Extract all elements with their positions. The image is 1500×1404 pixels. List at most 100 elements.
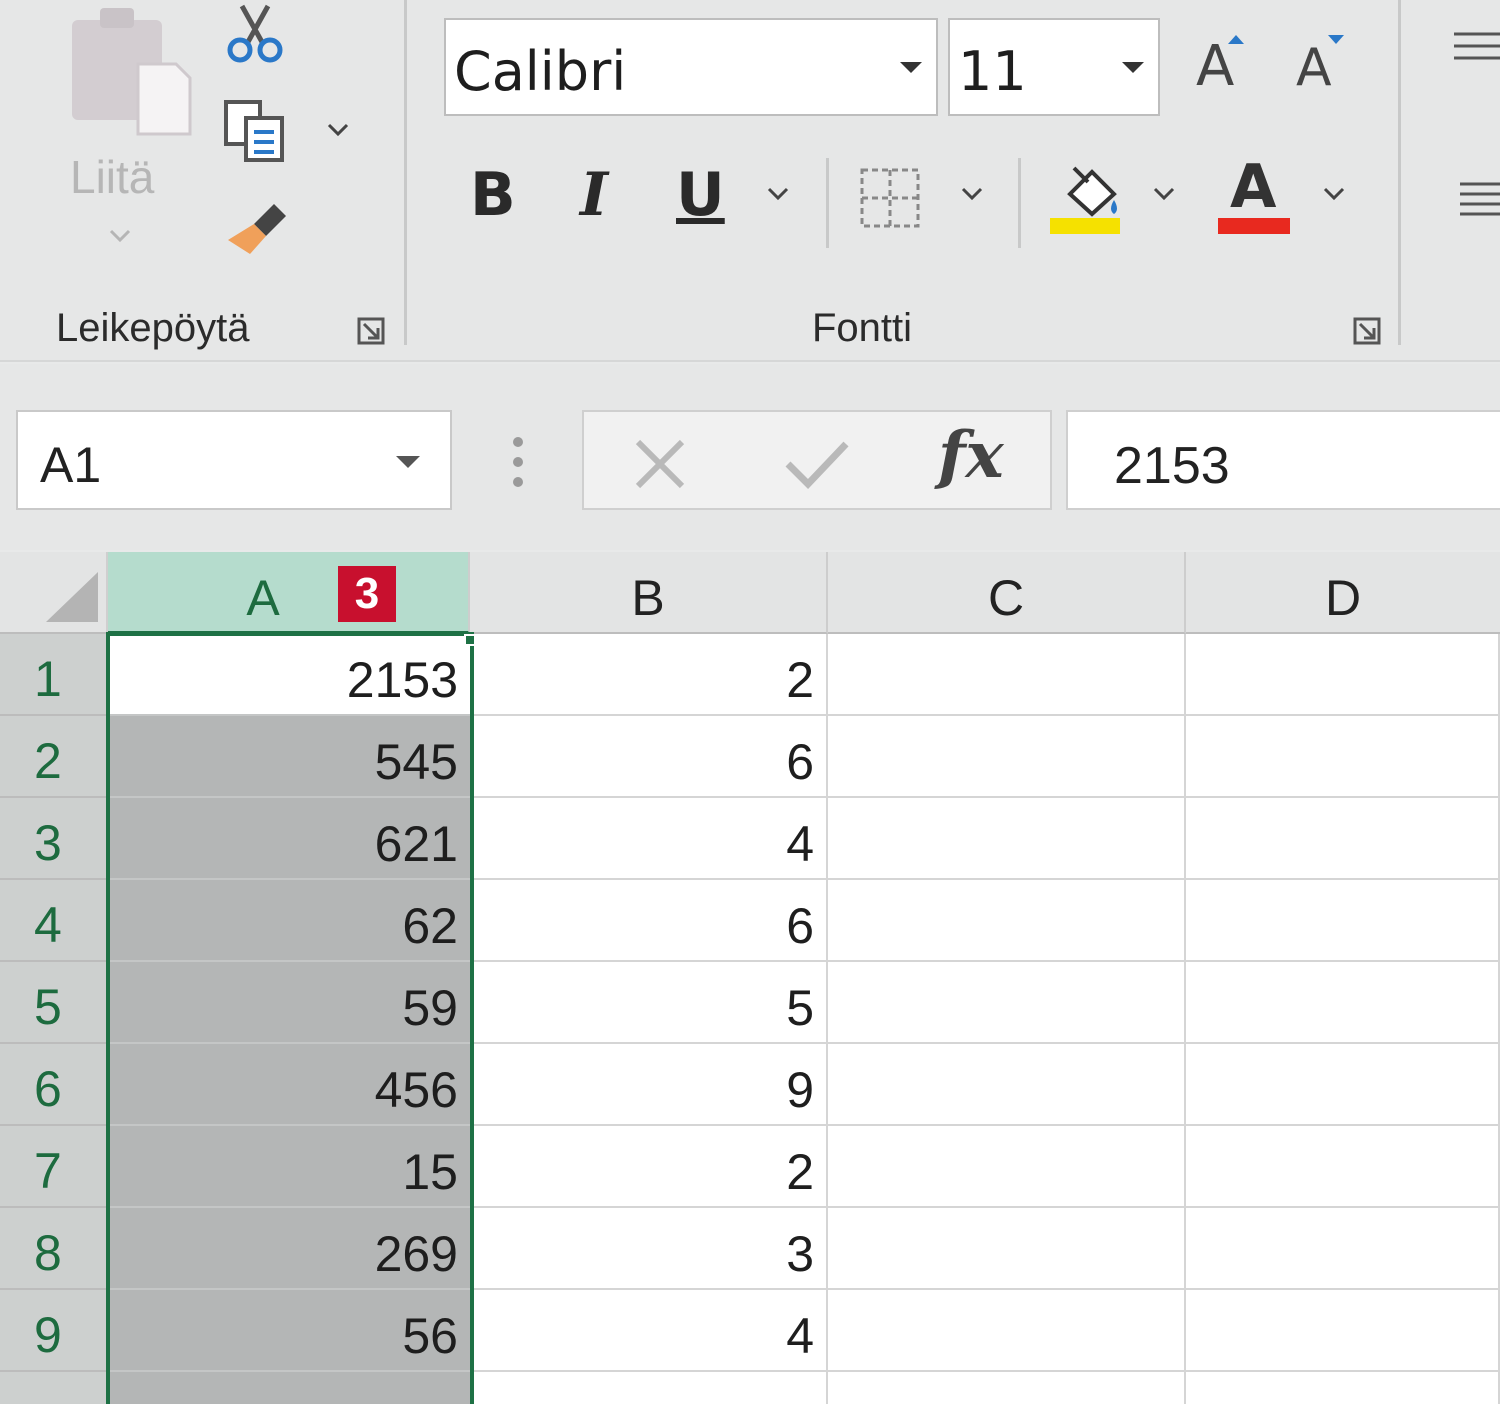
paste-button[interactable] (66, 6, 196, 136)
cell-d3[interactable] (1186, 798, 1500, 880)
chevron-down-icon[interactable] (1322, 186, 1346, 202)
underline-button[interactable]: U (676, 160, 725, 230)
column-header-c[interactable]: C (828, 552, 1186, 634)
cell-c5[interactable] (828, 962, 1186, 1044)
select-all-triangle-icon (46, 572, 98, 622)
clipboard-group-label: Leikepöytä (56, 306, 250, 350)
cell-c8[interactable] (828, 1208, 1186, 1290)
cell-d6[interactable] (1186, 1044, 1500, 1126)
dialog-launcher-icon[interactable] (1352, 316, 1382, 346)
bold-button[interactable]: B (470, 160, 516, 230)
row-header[interactable]: 6 (0, 1044, 108, 1126)
cell-b6[interactable]: 9 (470, 1044, 828, 1126)
font-size-combo[interactable]: 11 (948, 18, 1160, 116)
font-color-swatch (1218, 218, 1290, 234)
cell-b2[interactable]: 6 (470, 716, 828, 798)
caret-up-icon (1228, 35, 1244, 44)
cell-d8[interactable] (1186, 1208, 1500, 1290)
cell-b5[interactable]: 5 (470, 962, 828, 1044)
enter-check-icon[interactable] (784, 436, 850, 492)
select-all-corner[interactable] (0, 552, 108, 634)
cell-b8[interactable]: 3 (470, 1208, 828, 1290)
column-label: A (246, 570, 280, 626)
dropdown-arrow-icon (900, 62, 922, 73)
cell-c6[interactable] (828, 1044, 1186, 1126)
cell-d5[interactable] (1186, 962, 1500, 1044)
fill-color-icon[interactable] (1048, 160, 1124, 236)
column-header-d[interactable]: D (1186, 552, 1500, 634)
align-top-icon[interactable] (1452, 30, 1500, 64)
cell-c7[interactable] (828, 1126, 1186, 1208)
cancel-icon[interactable] (632, 436, 688, 492)
cell-b[interactable] (470, 1372, 828, 1404)
chevron-down-icon[interactable] (1152, 186, 1176, 202)
chevron-down-icon[interactable] (108, 228, 132, 244)
cell-c9[interactable] (828, 1290, 1186, 1372)
clipboard-icon (72, 8, 192, 136)
row-header[interactable]: 4 (0, 880, 108, 962)
step-badge: 3 (338, 566, 396, 622)
shrink-font-glyph: A (1296, 38, 1332, 98)
formula-value: 2153 (1114, 437, 1230, 495)
vertical-dots-icon[interactable] (510, 436, 526, 488)
row-header[interactable]: 9 (0, 1290, 108, 1372)
insert-function-button[interactable]: fx (938, 418, 1004, 493)
row-header[interactable]: 3 (0, 798, 108, 880)
cell-b7[interactable]: 2 (470, 1126, 828, 1208)
align-left-icon[interactable] (1458, 180, 1500, 220)
copy-icon[interactable] (222, 98, 288, 164)
separator (1018, 158, 1021, 248)
cell-b9[interactable]: 4 (470, 1290, 828, 1372)
cell-d7[interactable] (1186, 1126, 1500, 1208)
caret-down-icon (1328, 35, 1344, 44)
borders-icon[interactable] (858, 166, 922, 230)
decrease-font-size-button[interactable]: A (1296, 35, 1344, 98)
dialog-launcher-icon[interactable] (356, 316, 386, 346)
cell-c3[interactable] (828, 798, 1186, 880)
column-header-b[interactable]: B (470, 552, 828, 634)
dropdown-arrow-icon (396, 456, 420, 468)
group-separator (404, 0, 407, 345)
cell-b1[interactable]: 2 (470, 634, 828, 716)
spreadsheet-grid: A 3 B C D 1 2153 2 2 545 6 3 621 4 4 62 6 5 59 5 6 456 9 7… (0, 552, 1500, 1404)
formula-input[interactable]: 2153 (1066, 410, 1500, 510)
row-header[interactable] (0, 1372, 108, 1404)
chevron-down-icon[interactable] (960, 186, 984, 202)
cell-c2[interactable] (828, 716, 1186, 798)
row-header[interactable]: 2 (0, 716, 108, 798)
font-group-label: Fontti (812, 306, 913, 350)
chevron-down-icon[interactable] (326, 122, 350, 138)
cell-d1[interactable] (1186, 634, 1500, 716)
group-separator (1398, 0, 1401, 345)
row-header[interactable]: 8 (0, 1208, 108, 1290)
column-header-a[interactable]: A 3 (108, 552, 470, 634)
fill-handle[interactable] (464, 634, 476, 646)
chevron-down-icon[interactable] (766, 186, 790, 202)
italic-button[interactable]: I (580, 160, 608, 230)
font-name-combo[interactable]: Calibri (444, 18, 938, 116)
format-painter-icon[interactable] (226, 198, 292, 258)
font-name-value: Calibri (454, 40, 627, 103)
row-header[interactable]: 5 (0, 962, 108, 1044)
separator (826, 158, 829, 248)
name-box-value: A1 (40, 437, 102, 493)
cell-b3[interactable]: 4 (470, 798, 828, 880)
cell-d9[interactable] (1186, 1290, 1500, 1372)
ribbon: Liitä Leikepöytä Calibri 11 A A B I U A … (0, 0, 1500, 362)
cell-c4[interactable] (828, 880, 1186, 962)
font-color-button[interactable]: A (1218, 152, 1290, 236)
cell-d[interactable] (1186, 1372, 1500, 1404)
cell-c1[interactable] (828, 634, 1186, 716)
name-box[interactable]: A1 (16, 410, 452, 510)
cell-b4[interactable]: 6 (470, 880, 828, 962)
scissors-icon[interactable] (222, 4, 288, 64)
dropdown-arrow-icon (1122, 62, 1144, 73)
row-header[interactable]: 7 (0, 1126, 108, 1208)
cell-d4[interactable] (1186, 880, 1500, 962)
cell-d2[interactable] (1186, 716, 1500, 798)
selection-border (106, 632, 474, 1404)
font-color-glyph: A (1230, 152, 1277, 222)
row-header[interactable]: 1 (0, 634, 108, 716)
increase-font-size-button[interactable]: A (1196, 34, 1244, 99)
cell-c[interactable] (828, 1372, 1186, 1404)
